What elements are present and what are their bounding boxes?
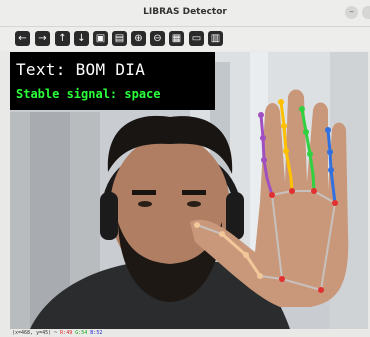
save-icon[interactable]: ▣ <box>93 31 108 46</box>
status-bar: (x=468, y=45) ~ R:49 G:54 B:52 <box>12 330 102 336</box>
zoom-out-icon[interactable]: ⊖ <box>150 31 165 46</box>
close-button[interactable] <box>362 6 370 19</box>
stable-signal-text: Stable signal: space <box>16 87 161 101</box>
zoom-in-icon[interactable]: ⊕ <box>131 31 146 46</box>
pixel-blue-value: B:52 <box>90 330 103 336</box>
arrow-down-icon[interactable]: ↓ <box>74 31 89 46</box>
window-title: LIBRAS Detector <box>143 7 227 17</box>
recognized-text: Text: BOM DIA <box>16 60 146 79</box>
title-bar: LIBRAS Detector – <box>0 0 370 27</box>
arrow-right-icon[interactable]: → <box>35 31 50 46</box>
cursor-coords: (x=468, y=45) ~ <box>12 330 58 336</box>
pixel-red-value: R:49 <box>60 330 73 336</box>
window-icon[interactable]: ▭ <box>189 31 204 46</box>
minimize-button[interactable]: – <box>345 6 358 19</box>
toolbar: ← → ↑ ↓ ▣ ▤ ⊕ ⊖ ▦ ▭ ▥ <box>0 27 370 51</box>
camera-frame: Text: BOM DIA Stable signal: space <box>10 52 368 329</box>
properties-icon[interactable]: ▦ <box>169 31 184 46</box>
detection-overlay: Text: BOM DIA Stable signal: space <box>10 52 215 110</box>
arrow-up-icon[interactable]: ↑ <box>55 31 70 46</box>
copy-icon[interactable]: ▥ <box>208 31 223 46</box>
pixel-green-value: G:54 <box>75 330 88 336</box>
arrow-left-icon[interactable]: ← <box>15 31 30 46</box>
save-as-icon[interactable]: ▤ <box>112 31 127 46</box>
